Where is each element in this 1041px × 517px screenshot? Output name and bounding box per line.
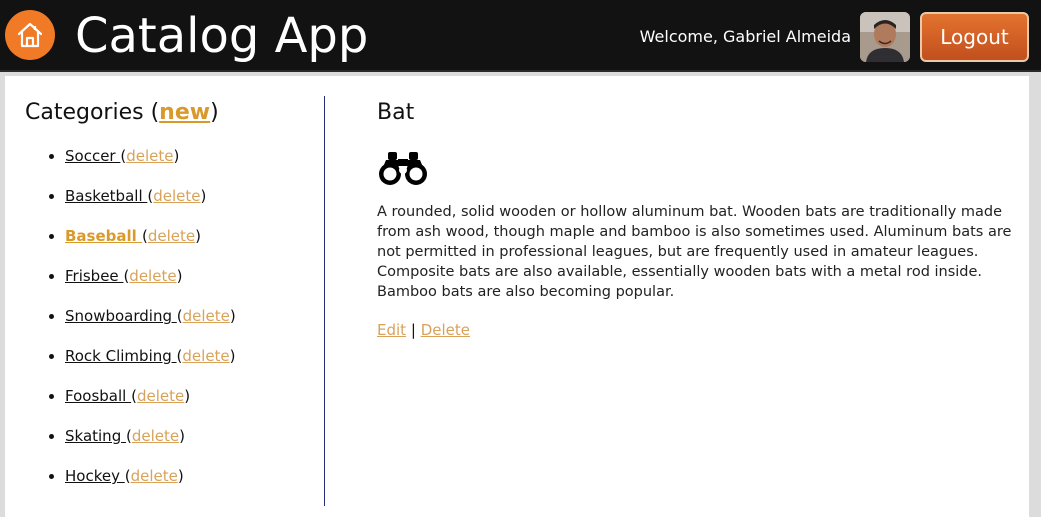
categories-heading-prefix: Categories ( [25, 100, 160, 125]
logout-button[interactable]: Logout [920, 12, 1029, 62]
list-item: Soccer (delete) [65, 146, 345, 186]
welcome-text: Welcome, Gabriel Almeida [639, 27, 851, 46]
list-item: Rock Climbing (delete) [65, 346, 345, 386]
list-item: Foosball (delete) [65, 386, 345, 426]
edit-link[interactable]: Edit [377, 321, 406, 339]
delete-category-link[interactable]: delete [132, 427, 179, 445]
delete-category-link[interactable]: delete [182, 347, 229, 365]
category-link[interactable]: Rock Climbing [65, 347, 177, 365]
list-item: Frisbee (delete) [65, 266, 345, 306]
avatar [860, 12, 910, 62]
category-link[interactable]: Snowboarding [65, 307, 177, 325]
delete-category-link[interactable]: delete [153, 187, 200, 205]
delete-link[interactable]: Delete [421, 321, 470, 339]
delete-category-link[interactable]: delete [148, 227, 195, 245]
delete-category-link[interactable]: delete [131, 467, 178, 485]
category-link[interactable]: Hockey [65, 467, 125, 485]
list-item: Hockey (delete) [65, 466, 345, 506]
top-navbar: Catalog App Welcome, Gabriel Almeida Log… [0, 0, 1041, 72]
categories-heading: Categories (new) [25, 98, 325, 128]
list-item: Snowboarding (delete) [65, 306, 345, 346]
category-link[interactable]: Foosball [65, 387, 131, 405]
category-list: Soccer (delete) Basketball (delete) Base… [25, 146, 345, 506]
delete-category-link[interactable]: delete [137, 387, 184, 405]
category-link[interactable]: Baseball [65, 227, 142, 245]
app-title[interactable]: Catalog App [75, 4, 368, 68]
category-link[interactable]: Soccer [65, 147, 120, 165]
category-link[interactable]: Basketball [65, 187, 147, 205]
delete-category-link[interactable]: delete [129, 267, 176, 285]
new-category-link[interactable]: new [159, 100, 210, 125]
list-item: Skating (delete) [65, 426, 345, 466]
item-title: Bat [377, 100, 415, 125]
delete-category-link[interactable]: delete [183, 307, 230, 325]
categories-sidebar: Categories (new) Soccer (delete) Basketb… [25, 98, 325, 485]
item-actions: Edit | Delete [377, 320, 470, 340]
item-detail: Bat A rounded, solid wooden or hollow al… [377, 98, 1027, 339]
delete-category-link[interactable]: delete [126, 147, 173, 165]
item-description: A rounded, solid wooden or hollow alumin… [377, 204, 1012, 300]
categories-heading-suffix: ) [210, 100, 219, 125]
sidebar-divider [324, 96, 325, 506]
binoculars-icon [377, 150, 429, 190]
category-link[interactable]: Frisbee [65, 267, 123, 285]
main-panel: Categories (new) Soccer (delete) Basketb… [5, 76, 1029, 517]
home-icon [17, 22, 43, 48]
category-link[interactable]: Skating [65, 427, 126, 445]
home-button[interactable] [5, 10, 55, 60]
action-separator: | [410, 321, 416, 339]
list-item: Baseball (delete) [65, 226, 345, 266]
list-item: Basketball (delete) [65, 186, 345, 226]
